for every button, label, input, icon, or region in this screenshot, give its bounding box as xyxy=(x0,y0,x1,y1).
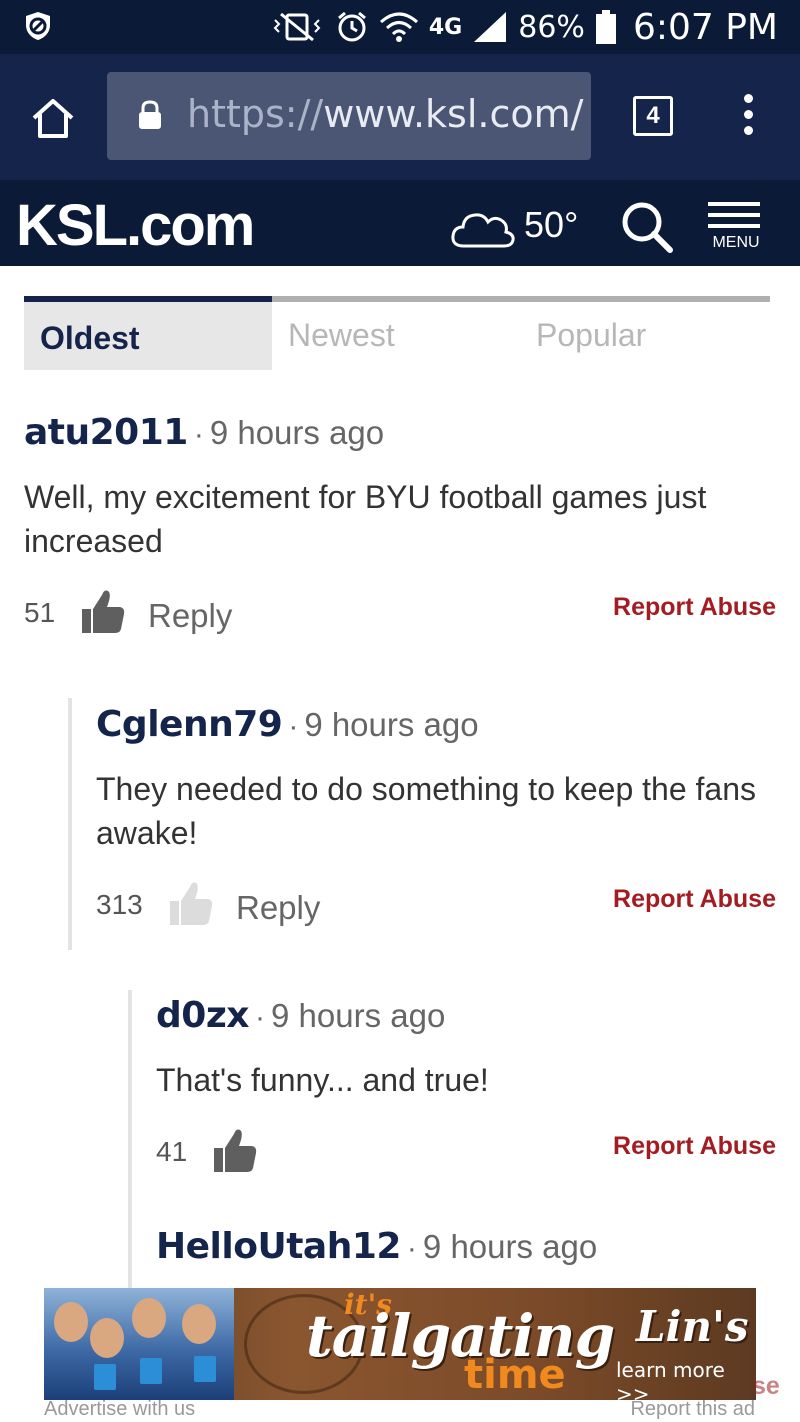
network-type: 4G xyxy=(428,14,463,40)
ad-learn-more[interactable]: learn more >> xyxy=(616,1358,756,1400)
ad-headline: tailgating xyxy=(306,1302,615,1370)
comment-sort-tabs: Oldest Newest Popular xyxy=(24,296,770,370)
comment: d0zx · 9 hours ago That's funny... and tru… xyxy=(156,995,776,1186)
url-bar[interactable]: https://www.ksl.com/ xyxy=(107,72,591,160)
comment-author[interactable]: HelloUtah12 xyxy=(156,1226,401,1267)
comment: atu2011 · 9 hours ago Well, my excitement … xyxy=(24,412,776,647)
signal-icon xyxy=(474,12,507,42)
reply-link[interactable]: Reply xyxy=(236,889,320,927)
comment-author[interactable]: d0zx xyxy=(156,995,250,1036)
reply-link[interactable]: Reply xyxy=(148,597,232,635)
thread-indent-line xyxy=(68,698,72,950)
separator-dot: · xyxy=(255,1001,265,1034)
alarm-icon xyxy=(337,11,366,42)
vote-count: 51 xyxy=(24,597,56,628)
comment: HelloUtah12 · 9 hours ago xyxy=(156,1226,776,1267)
vote-count: 41 xyxy=(156,1136,188,1167)
thumbs-up-icon[interactable] xyxy=(212,1126,258,1174)
tab-newest[interactable]: Newest xyxy=(272,302,520,370)
url-text: https://www.ksl.com/ xyxy=(187,92,583,136)
report-ad-link[interactable]: Report this ad xyxy=(630,1398,755,1421)
menu-label: MENU xyxy=(712,234,760,251)
menu-bar-icon xyxy=(708,213,760,217)
comment-time: 9 hours ago xyxy=(422,1228,598,1265)
vibrate-mute-icon xyxy=(273,12,321,42)
comment-time: 9 hours ago xyxy=(209,414,385,451)
menu-bar-icon xyxy=(708,202,760,206)
menu-bar-icon xyxy=(708,224,760,228)
report-abuse-link[interactable]: Report Abuse xyxy=(613,593,776,622)
thumbs-up-icon[interactable] xyxy=(168,879,214,927)
thumbs-up-icon[interactable] xyxy=(80,587,126,635)
ksl-logo[interactable]: KSL.com xyxy=(16,192,255,259)
shield-block-icon xyxy=(26,12,50,40)
ad-photo-fans xyxy=(44,1288,234,1400)
site-header: KSL.com 50° MENU xyxy=(0,180,800,266)
tab-switcher-button[interactable]: 4 xyxy=(633,96,673,136)
comment-body: Well, my excitement for BYU football gam… xyxy=(24,479,707,559)
thread-indent-line xyxy=(128,990,132,1290)
separator-dot: · xyxy=(288,710,299,743)
tab-popular[interactable]: Popular xyxy=(520,302,768,370)
ad-banner[interactable]: it's tailgating time Lin's learn more >> xyxy=(44,1288,756,1400)
report-abuse-link-partial: se xyxy=(752,1372,780,1400)
comment: Cglenn79 · 9 hours ago They needed to do s… xyxy=(96,704,776,939)
status-bar: 4G 86% 6:07 PM xyxy=(0,0,800,54)
report-abuse-link[interactable]: Report Abuse xyxy=(613,885,776,914)
menu-button[interactable]: MENU xyxy=(708,202,764,258)
ad-brand-logo: Lin's xyxy=(636,1302,749,1351)
temperature[interactable]: 50° xyxy=(524,204,578,246)
ad-time-text: time xyxy=(464,1352,566,1398)
url-host: www.ksl.com/ xyxy=(323,92,584,136)
separator-dot: · xyxy=(193,418,204,451)
more-options-icon[interactable] xyxy=(738,94,758,140)
comment-author[interactable]: atu2011 xyxy=(24,412,188,453)
home-icon[interactable] xyxy=(30,96,76,142)
battery-icon xyxy=(595,10,616,44)
comment-author[interactable]: Cglenn79 xyxy=(96,704,283,745)
comment-body: That's funny... and true! xyxy=(156,1062,489,1098)
report-abuse-link[interactable]: Report Abuse xyxy=(613,1132,776,1161)
cloud-weather-icon[interactable] xyxy=(450,202,516,250)
advertise-with-us-link[interactable]: Advertise with us xyxy=(44,1398,195,1421)
separator-dot: · xyxy=(406,1232,417,1265)
lock-icon xyxy=(139,100,161,129)
browser-toolbar: https://www.ksl.com/ 4 xyxy=(0,54,800,180)
tab-oldest[interactable]: Oldest xyxy=(24,296,272,370)
url-scheme: https:// xyxy=(187,92,324,136)
battery-percent: 86% xyxy=(518,9,585,45)
comment-time: 9 hours ago xyxy=(271,997,446,1034)
search-icon[interactable] xyxy=(620,200,674,254)
comment-time: 9 hours ago xyxy=(304,706,479,743)
vote-count: 313 xyxy=(96,889,143,920)
comment-body: They needed to do something to keep the … xyxy=(96,771,757,851)
clock-time: 6:07 PM xyxy=(632,6,778,48)
wifi-icon xyxy=(379,12,418,42)
